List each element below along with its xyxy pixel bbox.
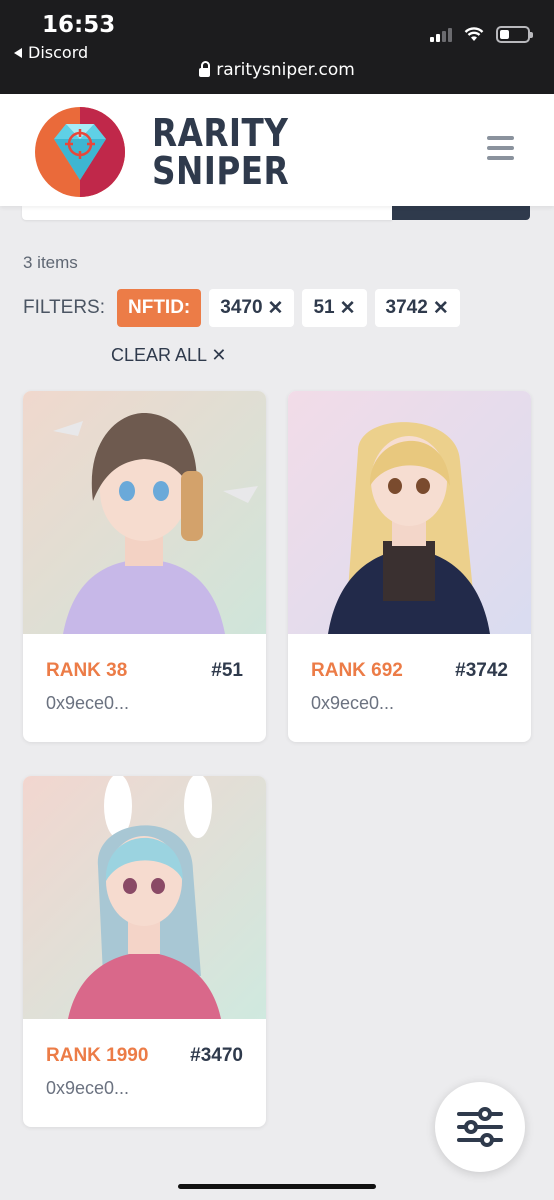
- filter-chip[interactable]: 3742 ✕: [374, 289, 460, 327]
- cellular-signal-icon: [430, 27, 452, 42]
- active-filters: FILTERS: NFTID: 3470 ✕ 51 ✕ 3742 ✕: [23, 289, 460, 327]
- remove-filter-icon[interactable]: ✕: [268, 297, 284, 320]
- status-time: 16:53: [42, 12, 116, 38]
- nft-card[interactable]: RANK 1990 #3470 0x9ece0...: [23, 776, 266, 1127]
- filter-category-label: NFTID:: [128, 297, 191, 318]
- rarity-sniper-logo[interactable]: [34, 106, 126, 198]
- status-icons: [430, 26, 533, 43]
- owner-address: 0x9ece0...: [46, 1078, 130, 1098]
- brand-line-1: RARITY: [152, 111, 289, 155]
- sliders-icon: [457, 1107, 503, 1147]
- nft-card[interactable]: RANK 38 #51 0x9ece0...: [23, 391, 266, 742]
- search-button[interactable]: [392, 206, 530, 220]
- remove-filter-icon[interactable]: ✕: [340, 297, 356, 320]
- owner-address: 0x9ece0...: [311, 693, 395, 713]
- back-arrow-icon: [14, 47, 22, 58]
- nft-card[interactable]: RANK 692 #3742 0x9ece0...: [288, 391, 531, 742]
- battery-icon: [496, 26, 533, 43]
- filter-chip-label: 3470: [220, 297, 263, 318]
- filter-sliders-button[interactable]: [435, 1082, 525, 1172]
- nft-id: #3742: [455, 660, 508, 681]
- brand-name[interactable]: RARITY SNIPER: [152, 114, 289, 190]
- hamburger-icon[interactable]: [487, 136, 514, 160]
- remove-filter-icon[interactable]: ✕: [433, 297, 449, 320]
- ios-status-bar: 16:53 Discord raritysniper.com: [0, 0, 554, 94]
- results-count: 3 items: [23, 253, 78, 272]
- rank-label: RANK 692: [311, 660, 403, 681]
- nft-image[interactable]: [23, 391, 266, 634]
- clear-all-filters-button[interactable]: CLEAR ALL ✕: [111, 345, 226, 366]
- search-input[interactable]: [22, 206, 392, 220]
- nft-id: #51: [211, 660, 243, 681]
- filter-chip-label: 3742: [385, 297, 428, 318]
- rank-label: RANK 1990: [46, 1045, 149, 1066]
- url-text: raritysniper.com: [216, 60, 355, 80]
- nft-image[interactable]: [288, 391, 531, 634]
- home-indicator: [178, 1184, 376, 1189]
- owner-address: 0x9ece0...: [46, 693, 130, 713]
- filter-chip[interactable]: 3470 ✕: [209, 289, 295, 327]
- nft-image[interactable]: [23, 776, 266, 1019]
- lock-icon: [199, 61, 211, 77]
- filter-category-chip: NFTID:: [117, 289, 202, 327]
- filter-chip-label: 51: [313, 297, 335, 318]
- filters-label: FILTERS:: [23, 297, 105, 318]
- rank-label: RANK 38: [46, 660, 128, 681]
- filter-chip[interactable]: 51 ✕: [302, 289, 367, 327]
- wifi-icon: [464, 27, 484, 41]
- brand-line-2: SNIPER: [152, 149, 290, 193]
- url-bar[interactable]: raritysniper.com: [0, 60, 554, 80]
- site-header: RARITY SNIPER: [0, 94, 554, 206]
- nft-id: #3470: [190, 1045, 243, 1066]
